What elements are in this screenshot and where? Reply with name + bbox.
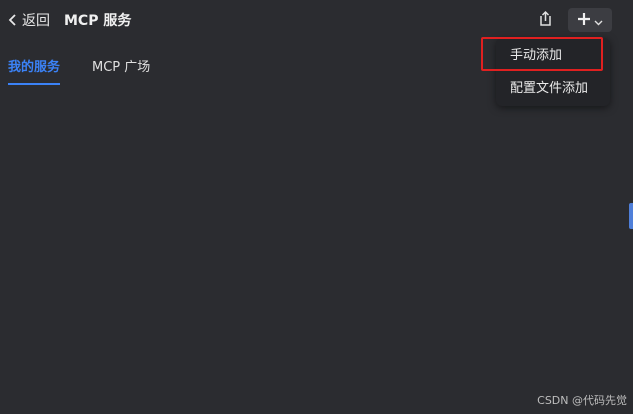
back-button[interactable]: 返回 bbox=[8, 9, 50, 31]
active-tab-indicator bbox=[8, 83, 60, 85]
export-icon bbox=[535, 10, 555, 33]
export-button[interactable] bbox=[535, 9, 555, 29]
add-button[interactable] bbox=[568, 8, 612, 32]
menu-item-config-file-add[interactable]: 配置文件添加 bbox=[496, 74, 610, 104]
tab-bar: 我的服务 MCP 广场 bbox=[0, 50, 480, 90]
watermark: CSDN @代码先觉 bbox=[537, 394, 627, 407]
back-label: 返回 bbox=[22, 13, 50, 29]
tab-mcp-plaza[interactable]: MCP 广场 bbox=[92, 56, 150, 75]
menu-item-label: 配置文件添加 bbox=[510, 81, 589, 96]
chevron-down-icon bbox=[594, 11, 603, 30]
page-title: MCP 服务 bbox=[64, 13, 132, 29]
highlight-annotation-box bbox=[481, 37, 603, 71]
chevron-left-icon bbox=[8, 13, 18, 27]
header-bar: 返回 MCP 服务 bbox=[0, 0, 633, 40]
side-drawer-handle[interactable] bbox=[629, 203, 633, 229]
plus-icon bbox=[577, 11, 591, 30]
tab-my-services[interactable]: 我的服务 bbox=[8, 56, 60, 75]
